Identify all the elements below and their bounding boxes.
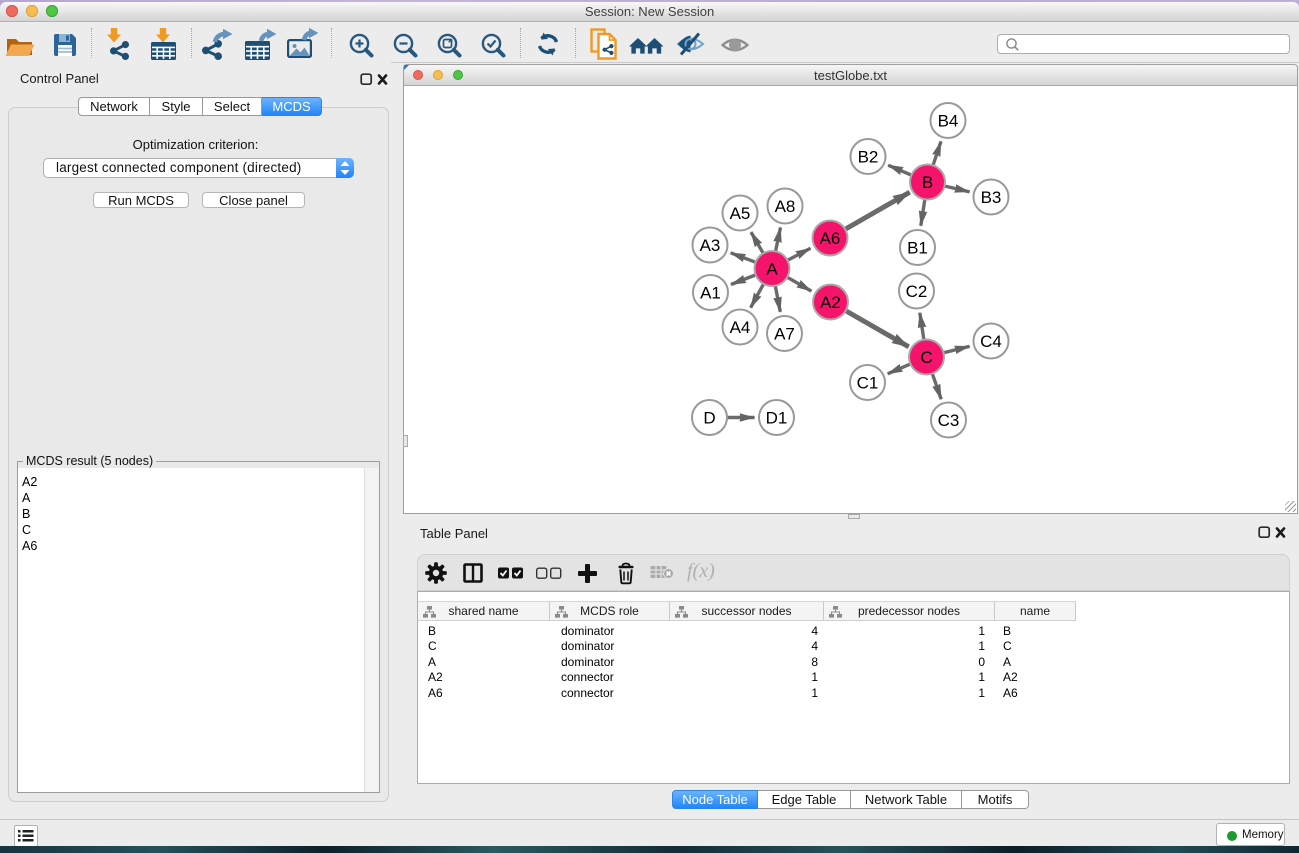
svg-text:B: B [922, 173, 933, 192]
svg-text:A7: A7 [774, 325, 795, 344]
svg-text:D1: D1 [766, 409, 788, 428]
svg-text:D: D [703, 409, 715, 428]
svg-text:A2: A2 [820, 293, 841, 312]
svg-text:A1: A1 [700, 284, 721, 303]
svg-text:C1: C1 [857, 374, 879, 393]
svg-text:C: C [920, 348, 932, 367]
svg-text:A: A [766, 260, 778, 279]
svg-text:A5: A5 [730, 204, 751, 223]
svg-text:C4: C4 [980, 332, 1002, 351]
svg-text:B3: B3 [981, 188, 1002, 207]
svg-text:B4: B4 [938, 112, 959, 131]
svg-text:A8: A8 [775, 197, 796, 216]
svg-text:B1: B1 [907, 239, 928, 258]
svg-text:B2: B2 [858, 148, 879, 167]
svg-text:A3: A3 [700, 236, 721, 255]
svg-text:A4: A4 [730, 318, 751, 337]
svg-text:C2: C2 [906, 282, 928, 301]
svg-text:A6: A6 [820, 229, 841, 248]
svg-text:C3: C3 [938, 411, 960, 430]
